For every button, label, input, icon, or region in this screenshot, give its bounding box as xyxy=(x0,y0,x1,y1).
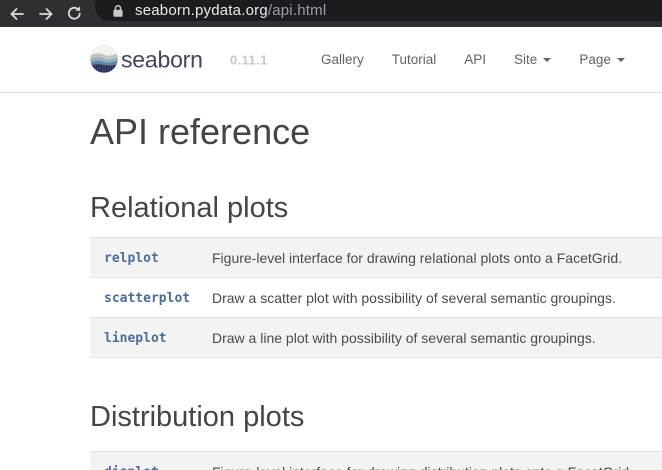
back-arrow-icon xyxy=(8,5,26,23)
row-description: Figure-level interface for drawing relat… xyxy=(212,238,662,278)
row-description: Draw a scatter plot with possibility of … xyxy=(212,278,662,318)
section-heading-relational: Relational plots xyxy=(90,192,662,224)
browser-toolbar: seaborn.pydata.org/api.html xyxy=(0,0,662,27)
browser-reload-button[interactable] xyxy=(61,0,87,27)
url-text: seaborn.pydata.org/api.html xyxy=(135,2,326,19)
url-host: seaborn.pydata.org xyxy=(135,2,268,19)
table-row: lineplot Draw a line plot with possibili… xyxy=(90,318,662,358)
relational-plots-table: relplot Figure-level interface for drawi… xyxy=(90,237,662,358)
nav-gallery-label: Gallery xyxy=(321,52,364,67)
table-row: relplot Figure-level interface for drawi… xyxy=(90,238,662,278)
main-nav: Gallery Tutorial API Site Page xyxy=(321,27,625,92)
link-scatterplot[interactable]: scatterplot xyxy=(104,291,190,306)
version-badge: 0.11.1 xyxy=(230,52,268,67)
lock-icon[interactable] xyxy=(112,4,124,18)
browser-back-button[interactable] xyxy=(4,0,30,27)
url-path: /api.html xyxy=(268,2,327,19)
nav-page-label: Page xyxy=(579,52,611,67)
page-content: API reference Relational plots relplot F… xyxy=(0,93,662,470)
row-description: Draw a line plot with possibility of sev… xyxy=(212,318,662,358)
distribution-plots-table: displot Figure-level interface for drawi… xyxy=(90,451,662,470)
table-row: displot Figure-level interface for drawi… xyxy=(90,452,662,470)
caret-down-icon xyxy=(543,58,551,62)
nav-page-dropdown[interactable]: Page xyxy=(579,52,625,67)
link-displot[interactable]: displot xyxy=(104,465,159,470)
caret-down-icon xyxy=(617,58,625,62)
brand-wordmark[interactable]: seaborn xyxy=(121,46,203,73)
nav-tutorial[interactable]: Tutorial xyxy=(392,52,437,67)
url-bar[interactable]: seaborn.pydata.org/api.html xyxy=(95,0,662,21)
nav-api-label: API xyxy=(464,52,486,67)
browser-window: seaborn.pydata.org/api.html xyxy=(0,0,662,470)
row-description: Figure-level interface for drawing distr… xyxy=(212,452,662,470)
seaborn-logo[interactable] xyxy=(90,45,118,73)
nav-gallery[interactable]: Gallery xyxy=(321,52,364,67)
reload-icon xyxy=(66,5,83,22)
nav-api[interactable]: API xyxy=(464,52,486,67)
seaborn-logo-icon xyxy=(90,45,118,73)
nav-site-dropdown[interactable]: Site xyxy=(514,52,551,67)
nav-tutorial-label: Tutorial xyxy=(392,52,437,67)
table-row: scatterplot Draw a scatter plot with pos… xyxy=(90,278,662,318)
section-heading-distribution: Distribution plots xyxy=(90,401,662,433)
site-header: seaborn 0.11.1 Gallery Tutorial API Site… xyxy=(0,27,662,93)
nav-site-label: Site xyxy=(514,52,537,67)
page-title: API reference xyxy=(90,112,662,152)
link-lineplot[interactable]: lineplot xyxy=(104,331,167,346)
browser-forward-button[interactable] xyxy=(33,0,59,27)
link-relplot[interactable]: relplot xyxy=(104,251,159,266)
forward-arrow-icon xyxy=(37,5,55,23)
